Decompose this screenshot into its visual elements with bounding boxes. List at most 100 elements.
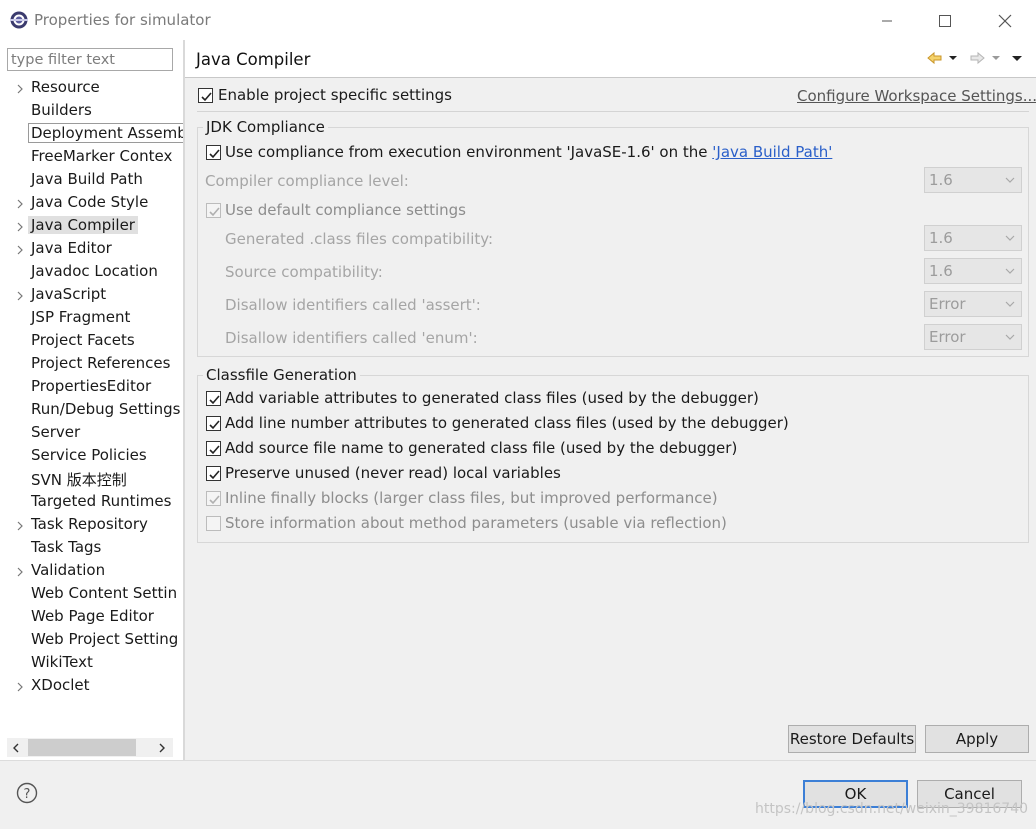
tree-item[interactable]: Builders — [0, 99, 183, 122]
back-button[interactable] — [926, 49, 944, 67]
chevron-right-icon[interactable] — [14, 219, 26, 232]
configure-workspace-settings-link[interactable]: Configure Workspace Settings... — [797, 87, 1036, 105]
enable-project-settings-checkbox[interactable] — [198, 88, 213, 103]
filter-input[interactable] — [7, 48, 173, 71]
close-button[interactable] — [982, 6, 1028, 36]
checkmark-icon — [209, 470, 220, 480]
chevron-right-icon[interactable] — [14, 196, 26, 209]
tree-item[interactable]: Deployment Assembly — [0, 122, 183, 145]
tree-item[interactable]: Web Project Setting — [0, 628, 183, 651]
tree-item[interactable]: Service Policies — [0, 444, 183, 467]
tree-item[interactable]: Web Page Editor — [0, 605, 183, 628]
classfile-option-checkbox[interactable] — [206, 416, 221, 431]
tree-item[interactable]: Validation — [0, 559, 183, 582]
tree-item-label: Resource — [31, 78, 100, 96]
maximize-icon — [939, 15, 951, 27]
window-title: Properties for simulator — [34, 11, 211, 29]
tree-item-label: Deployment Assembly — [28, 123, 183, 143]
chevron-right-icon[interactable] — [14, 564, 26, 577]
tree-item[interactable]: JSP Fragment — [0, 306, 183, 329]
tree-item[interactable]: Web Content Settin — [0, 582, 183, 605]
tree-item[interactable]: PropertiesEditor — [0, 375, 183, 398]
chevron-right-icon[interactable] — [14, 288, 26, 301]
tree-item-label: SVN 版本控制 — [31, 471, 127, 489]
chevron-down-icon — [1005, 268, 1015, 274]
tree-item[interactable]: Project Facets — [0, 329, 183, 352]
classfile-option-checkbox[interactable] — [206, 441, 221, 456]
tree-item[interactable]: Project References — [0, 352, 183, 375]
tree-item[interactable]: Java Compiler — [0, 214, 183, 237]
classfile-option-checkbox[interactable] — [206, 391, 221, 406]
classfile-option-label: Inline finally blocks (larger class file… — [225, 489, 718, 507]
use-default-compliance-checkbox[interactable] — [206, 203, 221, 218]
classfile-option-checkbox[interactable] — [206, 516, 221, 531]
tree-item-label: Targeted Runtimes — [31, 492, 172, 510]
tree-item-label: WikiText — [31, 653, 93, 671]
restore-defaults-button[interactable]: Restore Defaults — [788, 725, 916, 753]
enum-identifier-value: Error — [929, 328, 966, 346]
tree-item[interactable]: WikiText — [0, 651, 183, 674]
close-icon — [998, 14, 1012, 28]
tree-item[interactable]: Task Tags — [0, 536, 183, 559]
enable-project-settings-label: Enable project specific settings — [218, 86, 452, 104]
tree-item[interactable]: Java Editor — [0, 237, 183, 260]
use-default-compliance-label: Use default compliance settings — [225, 201, 466, 219]
tree-item[interactable]: FreeMarker Contex — [0, 145, 183, 168]
back-arrow-icon — [927, 51, 942, 65]
scroll-right-button[interactable] — [153, 738, 171, 757]
classfile-option-checkbox[interactable] — [206, 466, 221, 481]
tree-item[interactable]: Java Code Style — [0, 191, 183, 214]
tree-item[interactable]: Task Repository — [0, 513, 183, 536]
tree-item[interactable]: Targeted Runtimes — [0, 490, 183, 513]
assert-identifier-select[interactable]: Error — [924, 291, 1022, 317]
header-separator — [185, 77, 1036, 78]
chevron-down-icon — [1005, 334, 1015, 340]
jdk-compliance-title: JDK Compliance — [203, 118, 328, 136]
chevron-right-icon[interactable] — [14, 518, 26, 531]
tree-item[interactable]: Javadoc Location — [0, 260, 183, 283]
view-menu-button[interactable] — [1010, 49, 1024, 67]
java-build-path-link[interactable]: 'Java Build Path' — [712, 143, 832, 161]
back-history-dropdown[interactable] — [947, 49, 959, 67]
forward-history-dropdown[interactable] — [990, 49, 1002, 67]
tree-item[interactable]: Run/Debug Settings — [0, 398, 183, 421]
classfile-option-checkbox[interactable] — [206, 491, 221, 506]
classfile-option-label: Preserve unused (never read) local varia… — [225, 464, 561, 482]
checkmark-icon — [209, 395, 220, 405]
minimize-icon — [882, 20, 892, 22]
tree-item-label: Project References — [31, 354, 171, 372]
help-icon[interactable]: ? — [16, 782, 38, 804]
tree-item[interactable]: Java Build Path — [0, 168, 183, 191]
checkmark-icon — [209, 149, 220, 159]
tree-item[interactable]: JavaScript — [0, 283, 183, 306]
tree-item[interactable]: Server — [0, 421, 183, 444]
enum-identifier-select[interactable]: Error — [924, 324, 1022, 350]
class-compat-select[interactable]: 1.6 — [924, 225, 1022, 251]
chevron-down-icon — [1005, 301, 1015, 307]
minimize-button[interactable] — [864, 6, 910, 36]
maximize-button[interactable] — [922, 6, 968, 36]
compliance-level-select[interactable]: 1.6 — [924, 167, 1022, 193]
scroll-thumb[interactable] — [28, 739, 136, 756]
forward-button[interactable] — [968, 49, 986, 67]
tree-item-label: Java Code Style — [31, 193, 149, 211]
tree-item-label: Task Repository — [31, 515, 148, 533]
scroll-left-button[interactable] — [7, 738, 25, 757]
tree-item-label: Project Facets — [31, 331, 135, 349]
use-compliance-checkbox[interactable] — [206, 145, 221, 160]
classfile-option-label: Add source file name to generated class … — [225, 439, 738, 457]
tree-item[interactable]: XDoclet — [0, 674, 183, 697]
use-compliance-text: Use compliance from execution environmen… — [225, 143, 713, 161]
class-compat-label: Generated .class files compatibility: — [225, 230, 494, 248]
tree-item-label: Web Page Editor — [31, 607, 154, 625]
tree-item-label: PropertiesEditor — [31, 377, 152, 395]
source-compat-select[interactable]: 1.6 — [924, 258, 1022, 284]
tree-item-label: Run/Debug Settings — [31, 400, 181, 418]
chevron-right-icon[interactable] — [14, 242, 26, 255]
apply-button[interactable]: Apply — [925, 725, 1029, 753]
chevron-left-icon — [13, 743, 19, 752]
chevron-right-icon[interactable] — [14, 81, 26, 94]
chevron-right-icon[interactable] — [14, 679, 26, 692]
tree-item[interactable]: Resource — [0, 76, 183, 99]
tree-item[interactable]: SVN 版本控制 — [0, 467, 183, 490]
